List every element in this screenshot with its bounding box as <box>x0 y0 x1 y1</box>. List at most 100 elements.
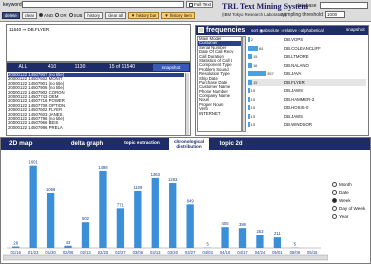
chart-bar[interactable] <box>273 237 282 248</box>
period-radio[interactable]: Month <box>332 180 370 188</box>
sort-alphabetical[interactable]: alphabetical <box>301 28 324 33</box>
clear-all-button[interactable]: clear all <box>105 11 126 19</box>
history-bar-menu[interactable]: ▼ history bar <box>127 11 160 19</box>
chart-bar[interactable] <box>256 234 264 248</box>
x-tick-label: 04/10 <box>220 250 231 255</box>
sort-absolute[interactable]: absolute <box>263 28 279 33</box>
period-radio[interactable]: Day of Week <box>332 204 370 212</box>
frequency-count: 357 <box>267 71 274 76</box>
tab-count[interactable]: 15 of 11540 <box>99 63 145 72</box>
tab-410[interactable]: 410 <box>41 63 63 72</box>
chart-bar[interactable] <box>169 183 177 248</box>
period-label: Month <box>339 181 352 187</box>
radio-dot <box>332 197 337 203</box>
frequency-row[interactable]: 2 DB.VOPS <box>248 36 366 43</box>
frequency-count: 15 <box>252 79 258 85</box>
x-tick-label: 05/08 <box>290 250 301 255</box>
frequency-row[interactable]: 15 DB.HOSIS-0 <box>248 104 366 111</box>
chart-bar[interactable] <box>151 177 159 248</box>
frequency-label: DB.VOPS <box>284 37 304 42</box>
frequency-row[interactable]: 15 DB.JAWS <box>248 113 366 120</box>
x-tick-label: 01/16 <box>10 250 21 255</box>
tab-topic-extraction[interactable]: topic extraction <box>119 138 165 150</box>
frequency-count: 16 <box>252 62 258 68</box>
chart-bar[interactable] <box>46 193 55 248</box>
x-tick-label: 04/17 <box>237 250 248 255</box>
history-item-menu[interactable]: ▼ history item <box>161 11 195 19</box>
frequency-bar <box>248 105 250 110</box>
clear-button[interactable]: clear <box>21 11 38 19</box>
chart-bar[interactable] <box>116 208 125 248</box>
frequency-row[interactable]: 15 DB.FLYER <box>248 78 366 86</box>
x-tick-label: 02/20 <box>98 250 109 255</box>
history-button[interactable]: history <box>84 11 104 19</box>
bar-value-label: 1263 <box>168 177 178 182</box>
period-label: Year <box>339 213 349 219</box>
chart-bar[interactable] <box>12 246 20 248</box>
radio-and-label: AND <box>44 12 54 18</box>
radio-sub[interactable]: SUB <box>68 13 82 18</box>
frequency-row[interactable]: 15 DB.HAMMER-3 <box>248 96 366 103</box>
period-radio[interactable]: Date <box>332 188 370 196</box>
tab-delta-graph[interactable]: delta graph <box>61 138 113 150</box>
keyword-input[interactable] <box>22 1 184 8</box>
frequency-count: 15 <box>250 88 256 93</box>
frequency-row[interactable]: 357 DB.JAVA <box>248 70 366 77</box>
frequency-row[interactable]: 15 DB.LTMORE <box>248 53 366 60</box>
category-scrollbar[interactable] <box>242 36 246 132</box>
period-radio[interactable]: Week <box>332 196 370 204</box>
chart-scrollbar[interactable] <box>3 254 328 261</box>
category-list[interactable]: Main Model Customer Serial Number Date Of C… <box>197 36 242 132</box>
frequency-bar <box>248 37 250 42</box>
freq-snapshot-button[interactable]: snapshot <box>346 27 365 32</box>
frequency-count: 15 <box>252 54 258 59</box>
frequency-bar <box>248 62 252 68</box>
fulltext-label: Full Text <box>194 2 212 7</box>
chart-bar[interactable] <box>64 245 72 248</box>
sampling-threshold-label: sampling threshold <box>281 12 323 18</box>
delete-button[interactable]: delete <box>2 11 20 19</box>
document-rows: 20000122 14507907 (no title) 20000122 145… <box>8 73 184 135</box>
period-radio[interactable]: Year <box>332 212 370 220</box>
frequency-count: 15 <box>250 105 256 110</box>
chart-bar[interactable] <box>29 165 37 248</box>
radio-dot <box>332 213 337 219</box>
x-tick-label: 05/01 <box>272 250 283 255</box>
chart-bar[interactable] <box>186 204 194 248</box>
database-input[interactable] <box>320 2 368 9</box>
tab-all[interactable]: ALL <box>9 63 37 72</box>
radio-or[interactable]: OR <box>55 13 67 18</box>
chart-bar[interactable] <box>81 222 90 248</box>
frequency-row[interactable]: 16 DB.NALANO <box>248 62 366 69</box>
tab-chronological-distribution[interactable]: chronological distribution <box>169 138 209 150</box>
tab-2d-map[interactable]: 2D map <box>5 138 55 150</box>
chart-tabs: 2D map delta graph topic extraction chro… <box>1 138 370 150</box>
tab-topic-2d[interactable]: topic 2d <box>213 138 249 150</box>
sort-options[interactable]: sort ◉absolute ○relative ○alphabetical <box>251 28 324 34</box>
frequency-label: DB.HOSIS-0 <box>284 105 309 110</box>
doclist-scrollbar[interactable] <box>185 73 189 135</box>
frequency-row[interactable]: 15 DB.WINDSOR <box>248 121 366 128</box>
search-query-line[interactable]: 11540 ⇒ DB.FLYER <box>9 27 49 33</box>
frequency-row[interactable]: 84 DB.COLEANCLIFF <box>248 45 366 52</box>
fulltext-checkbox[interactable]: Full Text <box>186 1 213 8</box>
chart-bar[interactable] <box>99 170 107 248</box>
sort-relative[interactable]: relative <box>283 28 297 33</box>
frequency-row[interactable]: 15 DB.JAWS <box>248 87 366 94</box>
tab-1130[interactable]: 1130 <box>67 63 93 72</box>
chart-bar[interactable] <box>238 228 247 248</box>
category-item[interactable]: INTERNET <box>198 111 241 116</box>
bar-value-label: 1109 <box>133 185 143 190</box>
chart-bar[interactable] <box>134 190 142 248</box>
doclist-snapshot-button[interactable]: snapshot <box>153 64 189 71</box>
x-tick-label: 02/13 <box>80 250 91 255</box>
frequency-label: DB.JAWS <box>284 88 303 93</box>
document-row[interactable]: 20000122 14507996 PRELA <box>8 125 184 130</box>
radio-and[interactable]: AND <box>39 13 53 18</box>
x-tick-label: 01/23 <box>28 250 39 255</box>
chart-bar[interactable] <box>221 227 229 248</box>
bar-value-label: 1601 <box>29 160 39 165</box>
bar-value-label: 849 <box>187 198 195 203</box>
sampling-threshold-input[interactable]: 1000 <box>325 11 345 18</box>
chronological-bar-chart: 28 01/16 1601 01/23 1069 01/30 43 02/06 502 02/13… <box>3 160 328 261</box>
